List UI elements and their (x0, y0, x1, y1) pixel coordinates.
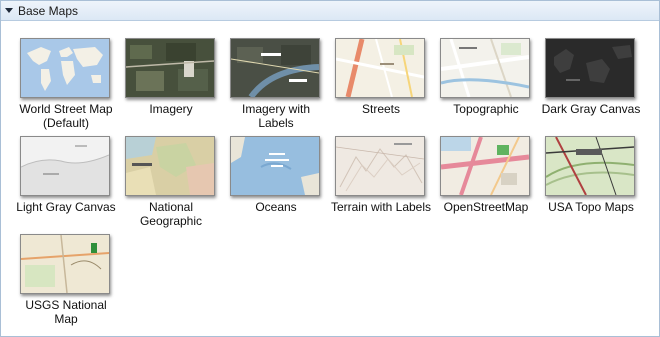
topographic-thumbnail[interactable] (440, 38, 530, 98)
basemap-label: USGS National Map (25, 298, 107, 326)
basemap-label: Oceans (255, 200, 297, 214)
basemap-label: Imagery with Labels (241, 102, 311, 130)
usa-topo-maps-thumbnail[interactable] (545, 136, 635, 196)
basemap-label: Streets (361, 102, 400, 116)
imagery-thumbnail[interactable] (125, 38, 215, 98)
basemap-label: Topographic (453, 102, 519, 116)
usgs-national-map-thumbnail[interactable] (20, 234, 110, 294)
basemap-label: Imagery (149, 102, 193, 116)
collapse-caret-icon[interactable] (5, 8, 13, 13)
basemap-label: Dark Gray Canvas (541, 102, 641, 116)
basemap-label: OpenStreetMap (443, 200, 529, 214)
oceans-thumbnail[interactable] (230, 136, 320, 196)
imagery-with-labels-thumbnail[interactable] (230, 38, 320, 98)
openstreetmap-thumbnail[interactable] (440, 136, 530, 196)
terrain-with-labels-thumbnail[interactable] (335, 136, 425, 196)
basemap-label: USA Topo Maps (548, 200, 634, 214)
streets-thumbnail[interactable] (335, 38, 425, 98)
dark-gray-canvas-thumbnail[interactable] (545, 38, 635, 98)
basemap-label: Light Gray Canvas (16, 200, 116, 214)
light-gray-canvas-thumbnail[interactable] (20, 136, 110, 196)
national-geographic-thumbnail[interactable] (125, 136, 215, 196)
basemap-label: World Street Map (Default) (19, 102, 113, 130)
panel-title: Base Maps (18, 3, 79, 18)
panel-header[interactable]: Base Maps (1, 1, 659, 21)
basemap-panel: Base Maps World Street Map (Default) Ima… (0, 0, 660, 337)
basemap-label: Terrain with Labels (330, 200, 432, 214)
world-street-map-thumbnail[interactable] (20, 38, 110, 98)
basemap-label: National Geographic (139, 200, 203, 228)
